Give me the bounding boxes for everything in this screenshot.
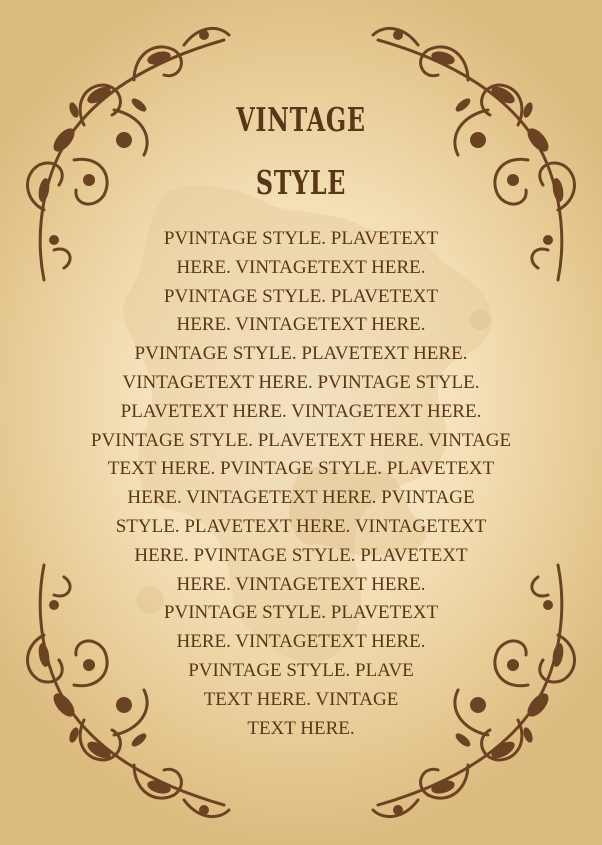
- body-line: PVINTAGE STYLE. PLAVETEXT HERE.: [134, 343, 468, 365]
- body-line: PLAVETEXT HERE. VINTAGETEXT HERE.: [120, 400, 482, 422]
- page-title-line-2: STYLE: [255, 163, 347, 202]
- body-line: PVINTAGE STYLE. PLAVETEXT: [163, 228, 439, 249]
- body-line: VINTAGETEXT HERE. PVINTAGE STYLE.: [122, 371, 480, 393]
- page-title-line-1: VINTAGE: [236, 100, 366, 139]
- body-text: PVINTAGE STYLE. PLAVETEXT HERE. VINTAGET…: [0, 225, 602, 743]
- body-line: PVINTAGE STYLE. PLAVETEXT HERE. VINTAGE: [90, 429, 512, 451]
- body-line: TEXT HERE. PVINTAGE STYLE. PLAVETEXT: [107, 458, 495, 480]
- body-line: PVINTAGE STYLE. PLAVETEXT: [163, 602, 439, 624]
- body-line: PVINTAGE STYLE. PLAVETEXT: [163, 285, 439, 307]
- body-line: TEXT HERE.: [247, 717, 355, 739]
- body-line: HERE. VINTAGETEXT HERE.: [176, 631, 426, 653]
- body-line: HERE. VINTAGETEXT HERE.: [176, 573, 426, 595]
- body-line: HERE. PVINTAGE STYLE. PLAVETEXT: [134, 544, 468, 566]
- body-line: TEXT HERE. VINTAGE: [203, 688, 399, 710]
- body-line: HERE. VINTAGETEXT HERE.: [176, 256, 426, 278]
- body-line: HERE. VINTAGETEXT HERE. PVINTAGE: [127, 487, 475, 509]
- vintage-card: VINTAGE STYLE PVINTAGE STYLE. PLAVETEXT …: [0, 0, 602, 845]
- body-line: HERE. VINTAGETEXT HERE.: [176, 314, 426, 336]
- body-line: PVINTAGE STYLE. PLAVE: [188, 659, 414, 681]
- body-line: STYLE. PLAVETEXT HERE. VINTAGETEXT: [115, 515, 487, 537]
